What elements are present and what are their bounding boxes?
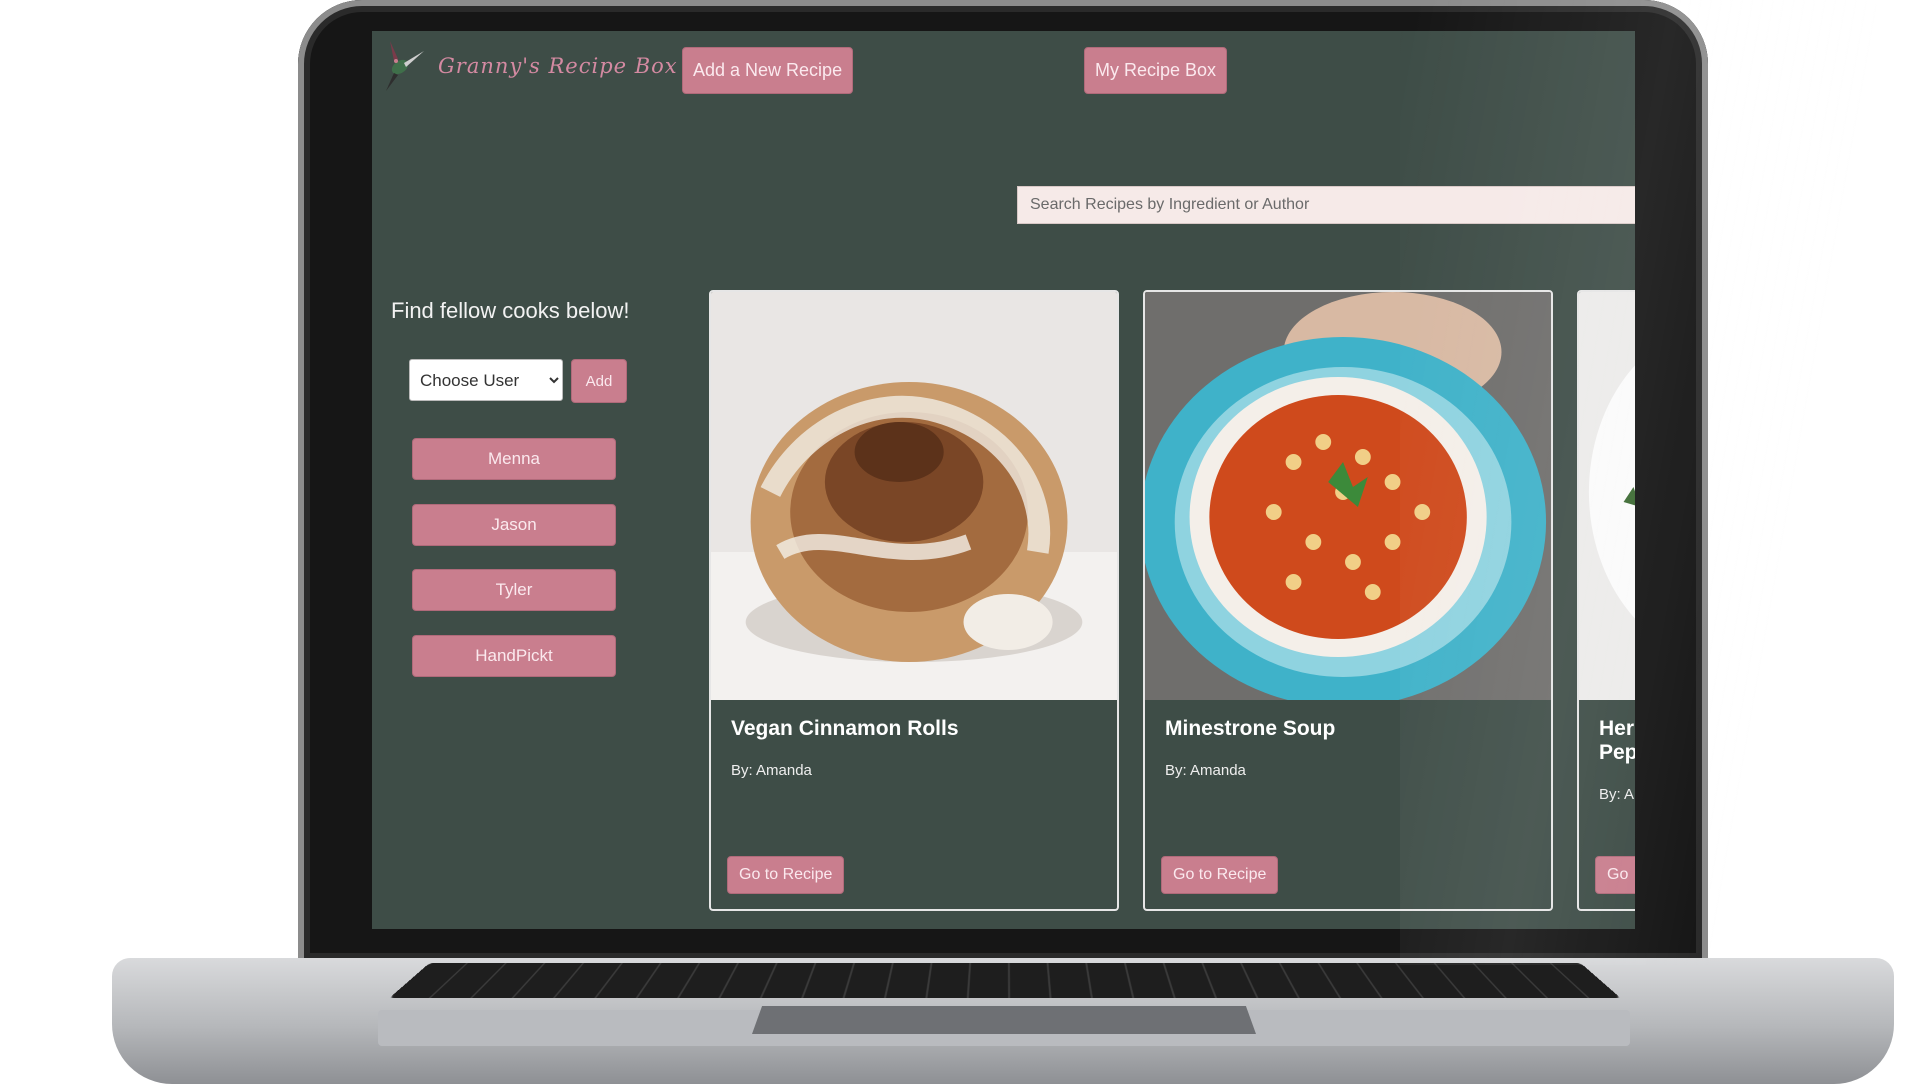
- my-recipe-box-button[interactable]: My Recipe Box: [1084, 47, 1228, 94]
- go-to-recipe-button[interactable]: Go: [1595, 856, 1635, 894]
- recipe-author: By: Amanda: [731, 762, 812, 779]
- user-button-menna[interactable]: Menna: [412, 438, 616, 480]
- laptop-trackpad: [752, 1006, 1256, 1034]
- go-to-recipe-button[interactable]: Go to Recipe: [1161, 856, 1279, 894]
- sidebar-heading: Find fellow cooks below!: [391, 298, 630, 323]
- choose-user-select[interactable]: Choose User: [409, 359, 563, 401]
- recipe-card: Vegan Cinnamon Rolls By: Amanda Go to Re…: [709, 290, 1119, 911]
- recipe-title: Herl Pepi: [1599, 717, 1635, 764]
- app-title: Granny's Recipe Box: [438, 54, 678, 78]
- add-user-button[interactable]: Add: [571, 359, 627, 403]
- soup-bowl-image[interactable]: [1145, 292, 1551, 700]
- search-input[interactable]: [1017, 186, 1635, 224]
- recipe-title: Vegan Cinnamon Rolls: [731, 717, 959, 740]
- hummingbird-icon: [386, 41, 424, 91]
- app-logo[interactable]: Granny's Recipe Box: [380, 37, 678, 95]
- user-button-jason[interactable]: Jason: [412, 504, 616, 546]
- plate-image[interactable]: [1579, 292, 1635, 700]
- go-to-recipe-button[interactable]: Go to Recipe: [727, 856, 845, 894]
- recipe-author: By: A: [1599, 786, 1635, 803]
- recipe-card: Herl Pepi By: A Go: [1577, 290, 1635, 911]
- recipe-title: Minestrone Soup: [1165, 717, 1336, 740]
- laptop-keyboard: [389, 963, 1621, 998]
- user-button-handpickt[interactable]: HandPickt: [412, 635, 616, 677]
- recipe-author: By: Amanda: [1165, 762, 1246, 779]
- app-screen: Granny's Recipe Box Add a New Recipe My …: [372, 31, 1635, 929]
- cinnamon-roll-image[interactable]: [711, 292, 1117, 700]
- add-new-recipe-button[interactable]: Add a New Recipe: [682, 47, 854, 94]
- user-button-tyler[interactable]: Tyler: [412, 569, 616, 611]
- recipe-card: Minestrone Soup By: Amanda Go to Recipe: [1143, 290, 1553, 911]
